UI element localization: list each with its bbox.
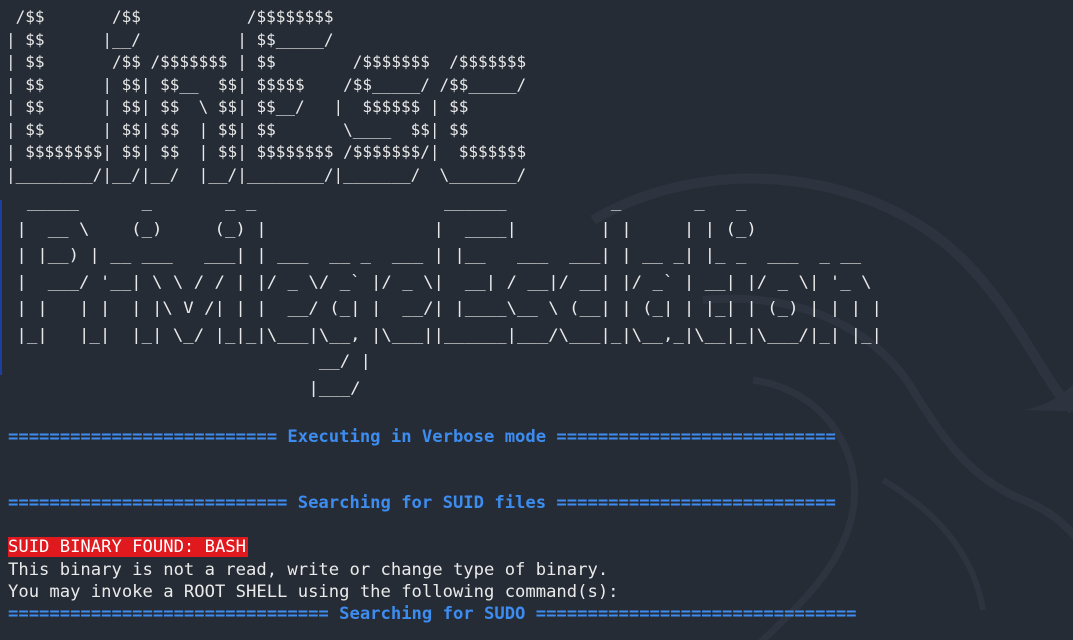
binary-info-line: This binary is not a read, write or chan… bbox=[8, 560, 609, 580]
banner-searching-sudo: =============================== Searchin… bbox=[8, 604, 857, 624]
terminal-window[interactable]: /$$ /$$ /$$$$$$$$ | $$ |__/ | $$_____/ |… bbox=[0, 0, 1073, 640]
suid-found-alert: SUID BINARY FOUND: BASH bbox=[8, 537, 248, 557]
root-shell-info-line: You may invoke a ROOT SHELL using the fo… bbox=[8, 582, 619, 602]
ascii-logo-unix: /$$ /$$ /$$$$$$$$ | $$ |__/ | $$_____/ |… bbox=[6, 7, 527, 184]
banner-searching-suid: =========================== Searching fo… bbox=[8, 493, 836, 513]
suid-found-line: SUID BINARY FOUND: BASH bbox=[8, 536, 248, 558]
banner-verbose-mode: ========================== Executing in … bbox=[8, 427, 836, 447]
ascii-logo-privilege-escalation: _____ _ _ _ ______ _ _ _ | __ \ (_) (_) … bbox=[16, 192, 882, 397]
window-edge-marker bbox=[0, 200, 2, 375]
